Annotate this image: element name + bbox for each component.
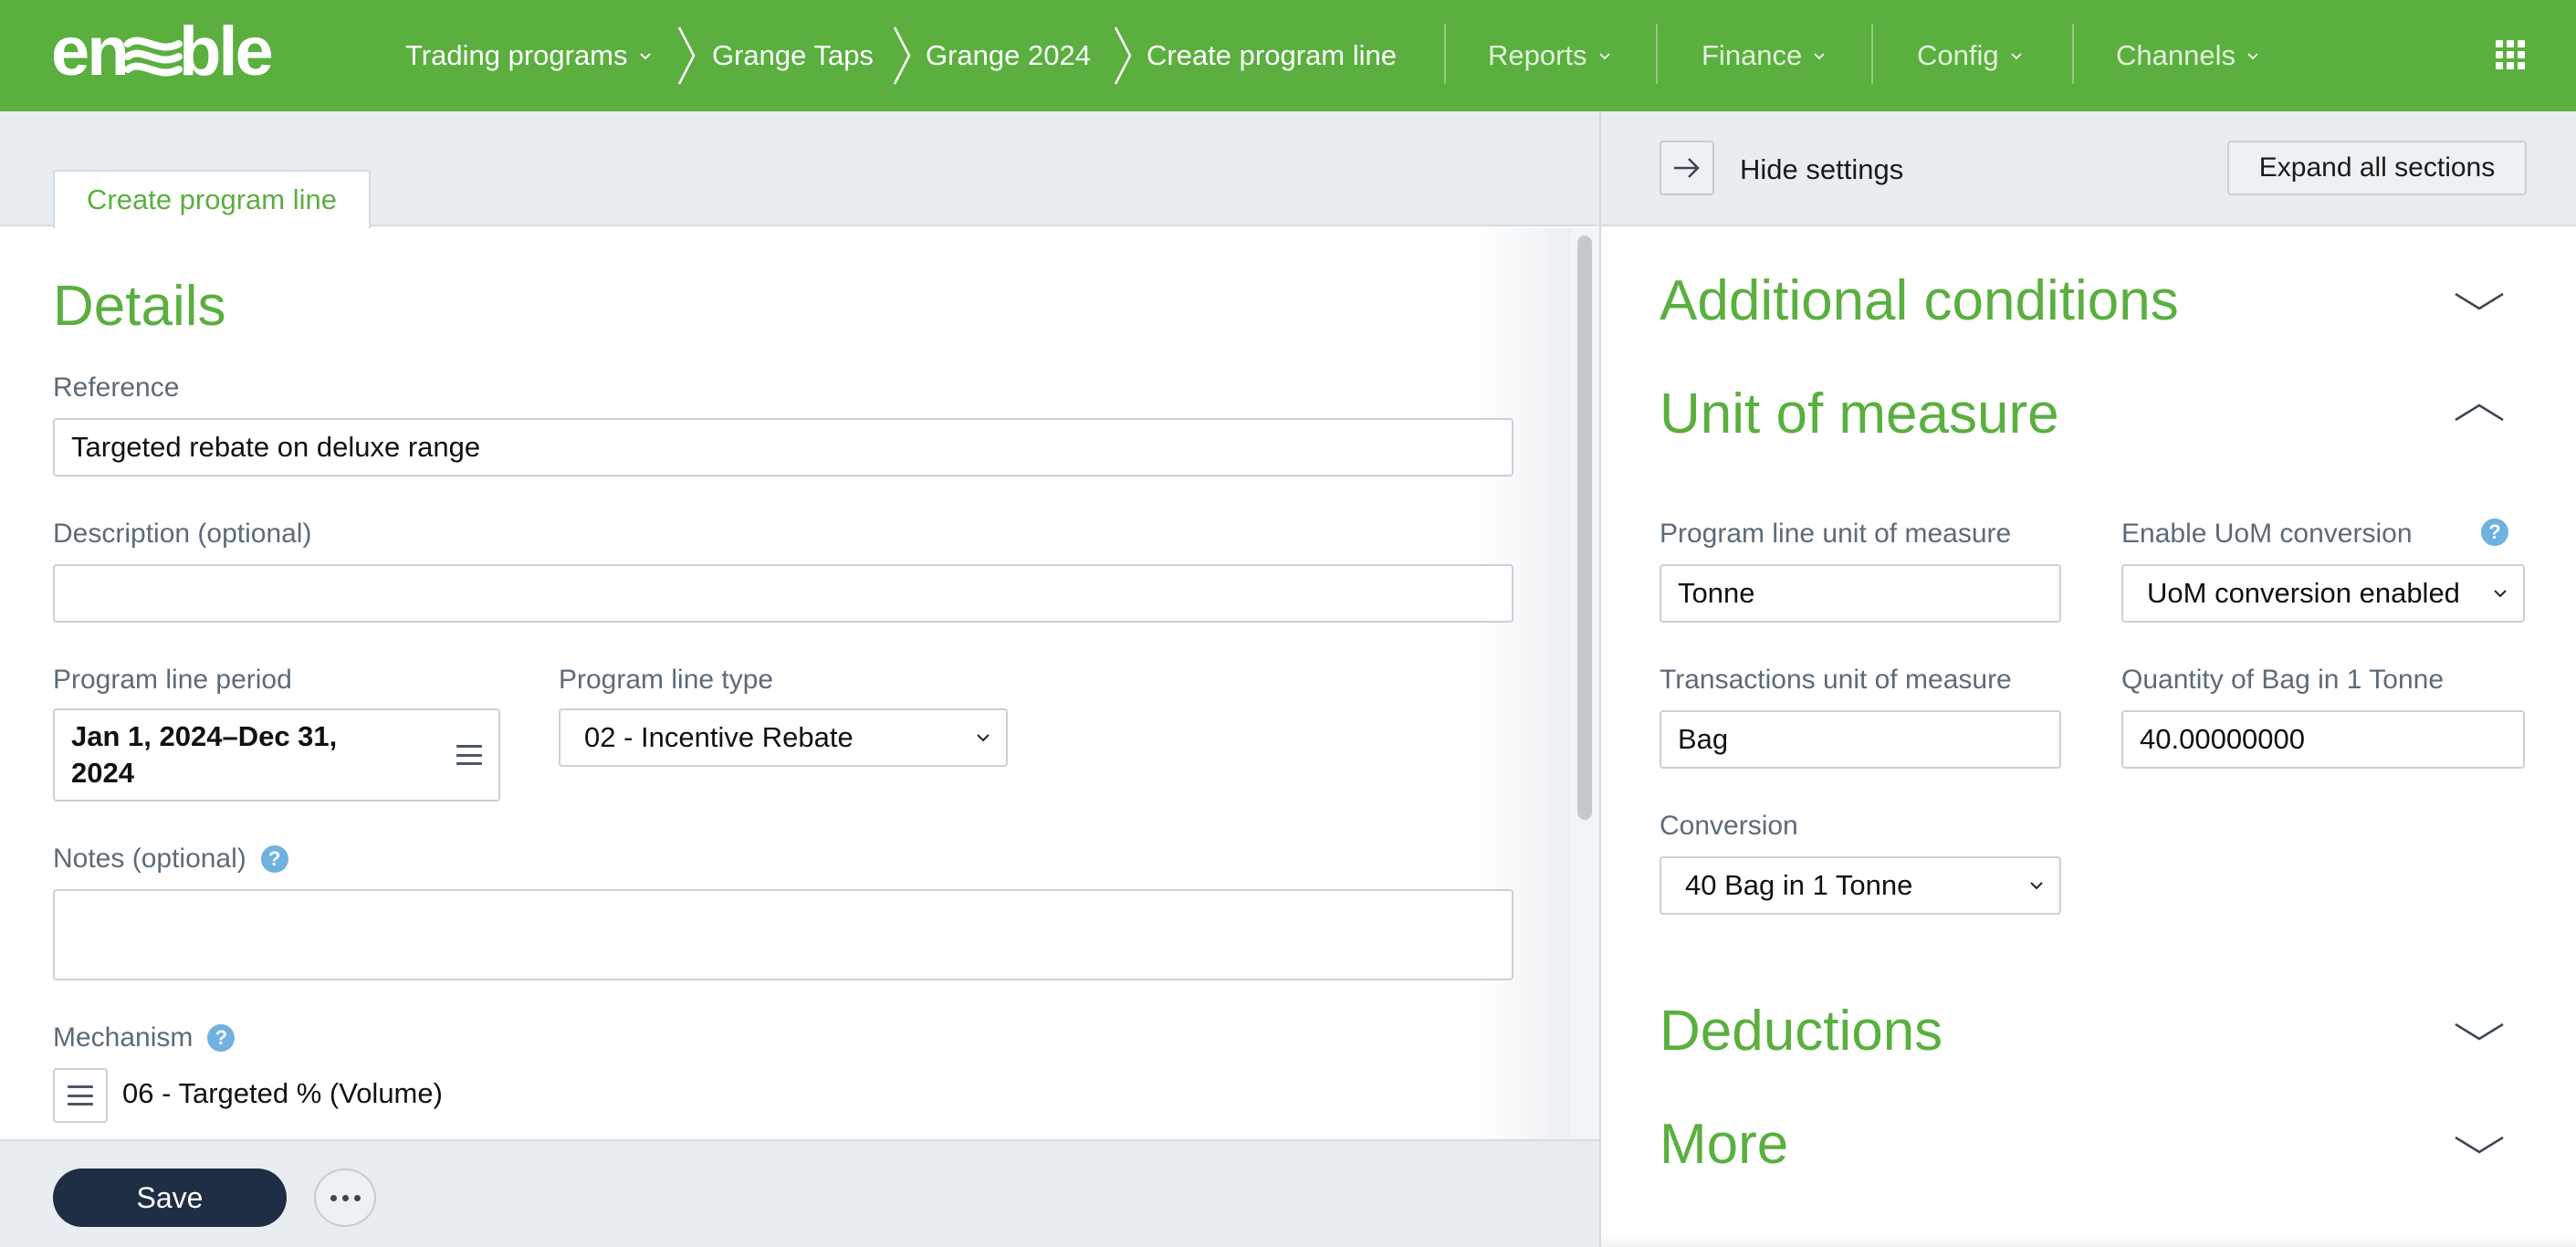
section-unit-of-measure[interactable]: Unit of measure <box>1660 382 2059 446</box>
nav-divider <box>2072 24 2074 84</box>
chevron-down-icon <box>1814 53 1826 60</box>
chevron-down-icon <box>2010 53 2022 60</box>
ellipsis-dot <box>330 1194 337 1201</box>
hide-settings-label[interactable]: Hide settings <box>1740 153 1903 186</box>
mechanism-label-text: Mechanism <box>53 1022 194 1053</box>
notes-textarea[interactable] <box>53 889 1513 980</box>
description-label: Description (optional) <box>53 519 312 549</box>
transactions-uom-label: Transactions unit of measure <box>1660 665 2012 695</box>
svg-text:ble: ble <box>179 16 272 90</box>
chevron-down-icon <box>977 734 990 742</box>
transactions-uom-input[interactable]: Bag <box>1660 710 2061 769</box>
enable-logo[interactable]: en ble <box>51 16 325 95</box>
period-label: Program line period <box>53 665 292 695</box>
enable-conversion-value: UoM conversion enabled <box>2147 577 2460 609</box>
logo-graphic: en ble <box>51 16 275 90</box>
details-heading: Details <box>53 275 226 338</box>
more-actions-button[interactable] <box>314 1168 376 1227</box>
list-icon <box>456 745 482 765</box>
program-uom-input[interactable]: Tonne <box>1660 564 2061 623</box>
period-picker[interactable]: Jan 1, 2024–Dec 31, 2024 <box>53 708 500 802</box>
ellipsis-dot <box>353 1194 361 1201</box>
breadcrumb-grange-2024[interactable]: Grange 2024 <box>926 0 1091 111</box>
scrollbar-thumb[interactable] <box>1577 236 1592 820</box>
program-uom-label: Program line unit of measure <box>1660 519 2012 549</box>
tab-create-program-line[interactable]: Create program line <box>53 170 371 228</box>
breadcrumb-grange-2024-label: Grange 2024 <box>926 39 1091 71</box>
nav-config[interactable]: Config <box>1917 0 2023 111</box>
mechanism-value: 06 - Targeted % (Volume) <box>122 1077 443 1109</box>
section-additional-conditions[interactable]: Additional conditions <box>1660 268 2179 333</box>
chevron-down-icon[interactable] <box>2454 1134 2505 1156</box>
top-nav-bar: en ble Trading programs Grange Taps Gran… <box>0 0 2576 111</box>
quantity-label: Quantity of Bag in 1 Tonne <box>2121 665 2445 695</box>
enable-conversion-select[interactable]: UoM conversion enabled <box>2121 564 2525 623</box>
reference-input[interactable]: Targeted rebate on deluxe range <box>53 418 1513 477</box>
breadcrumb-separator-icon <box>677 26 696 85</box>
nav-finance[interactable]: Finance <box>1702 0 1826 111</box>
nav-divider <box>1871 24 1873 84</box>
mechanism-picker-button[interactable] <box>53 1068 108 1123</box>
section-deductions[interactable]: Deductions <box>1660 999 1942 1064</box>
ellipsis-dot <box>341 1194 349 1201</box>
chevron-down-icon[interactable] <box>2454 1021 2505 1043</box>
chevron-down-icon <box>2030 882 2043 890</box>
hide-settings-button[interactable] <box>1660 141 1714 195</box>
breadcrumb-separator-icon <box>893 26 911 85</box>
enable-conversion-label: Enable UoM conversion <box>2121 519 2413 549</box>
quantity-input[interactable]: 40.00000000 <box>2121 710 2525 769</box>
notes-label: Notes (optional) ? <box>53 844 288 875</box>
nav-finance-label: Finance <box>1702 39 1803 71</box>
expand-all-button[interactable]: Expand all sections <box>2227 141 2527 195</box>
nav-trading-programs-label: Trading programs <box>405 39 628 71</box>
section-more[interactable]: More <box>1660 1112 1788 1177</box>
svg-text:en: en <box>51 16 127 90</box>
conversion-label: Conversion <box>1660 811 1798 841</box>
nav-channels[interactable]: Channels <box>2116 0 2259 111</box>
nav-divider <box>1444 24 1446 84</box>
chevron-down-icon <box>639 53 651 60</box>
breadcrumb-grange-taps-label: Grange Taps <box>712 39 874 71</box>
notes-label-text: Notes (optional) <box>53 844 246 874</box>
line-type-select[interactable]: 02 - Incentive Rebate <box>559 708 1008 767</box>
nav-trading-programs[interactable]: Trading programs <box>405 0 652 111</box>
nav-config-label: Config <box>1917 39 1999 71</box>
help-icon[interactable]: ? <box>260 845 288 873</box>
breadcrumb-current-page-label: Create program line <box>1147 39 1397 71</box>
line-type-value: 02 - Incentive Rebate <box>584 721 853 753</box>
save-button[interactable]: Save <box>53 1168 287 1227</box>
period-value: Jan 1, 2024–Dec 31, 2024 <box>71 720 338 789</box>
conversion-value: 40 Bag in 1 Tonne <box>1685 869 1913 901</box>
description-input[interactable] <box>53 564 1513 623</box>
line-type-label: Program line type <box>559 665 774 695</box>
conversion-select[interactable]: 40 Bag in 1 Tonne <box>1660 856 2061 915</box>
arrow-right-icon <box>1674 158 1700 178</box>
reference-label: Reference <box>53 372 180 403</box>
help-icon[interactable]: ? <box>2481 519 2508 546</box>
panel-bottom-edge <box>1601 1234 2576 1247</box>
chevron-down-icon <box>2494 590 2507 598</box>
apps-grid-icon[interactable] <box>2496 40 2525 69</box>
nav-channels-label: Channels <box>2116 39 2236 71</box>
list-icon <box>68 1085 93 1106</box>
breadcrumb-current-page: Create program line <box>1147 0 1397 111</box>
breadcrumb-grange-taps[interactable]: Grange Taps <box>712 0 874 111</box>
help-icon[interactable]: ? <box>207 1024 236 1052</box>
chevron-down-icon <box>2247 53 2258 60</box>
nav-divider <box>1656 24 1658 84</box>
nav-reports-label: Reports <box>1488 39 1587 71</box>
mechanism-label: Mechanism ? <box>53 1022 236 1053</box>
chevron-down-icon <box>1598 53 1610 60</box>
chevron-up-icon[interactable] <box>2454 402 2505 424</box>
nav-reports[interactable]: Reports <box>1488 0 1611 111</box>
chevron-down-icon[interactable] <box>2454 290 2505 312</box>
breadcrumb-separator-icon <box>1114 26 1132 85</box>
